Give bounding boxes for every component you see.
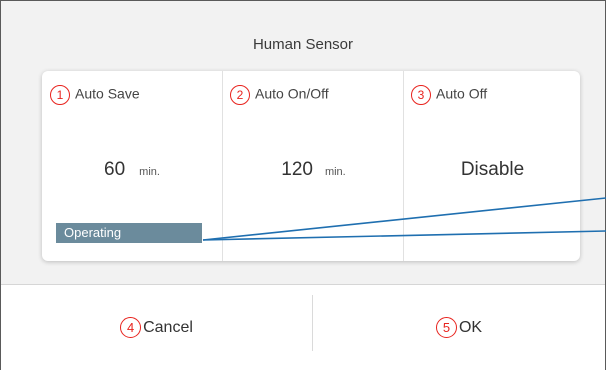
auto-off-label: Auto Off [436,85,488,102]
settings-panel: 1 Auto Save 60 min. Operating 2 Auto On/Off… [42,71,580,261]
auto-off-value: Disable [404,159,581,181]
cancel-button[interactable]: 4 Cancel [1,285,312,370]
ok-button[interactable]: 5 OK [313,285,605,370]
auto-save-unit: min. [139,166,160,178]
button-bar: 4 Cancel 5 OK [1,284,605,370]
auto-off-column[interactable]: 3 Auto Off Disable [403,71,581,261]
marker-1: 1 [50,85,70,105]
marker-3: 3 [411,85,431,105]
marker-2: 2 [230,85,250,105]
auto-save-label: Auto Save [75,85,140,102]
auto-on-off-column[interactable]: 2 Auto On/Off 120 min. [222,71,404,261]
auto-on-off-unit: min. [324,166,346,178]
auto-on-off-minutes: 120 [281,159,313,180]
marker-4: 4 [120,317,142,338]
auto-off-header: 3 Auto Off [411,85,487,105]
marker-5: 5 [435,317,457,338]
dialog-title: Human Sensor [252,36,354,53]
status-badge: Operating [56,223,202,243]
auto-save-minutes: 60 [104,159,126,180]
auto-on-off-header: 2 Auto On/Off [230,85,329,105]
auto-off-setting: Disable [460,159,525,180]
auto-save-header: 1 Auto Save [50,85,140,105]
auto-save-value: 60 min. [42,159,222,181]
auto-save-column[interactable]: 1 Auto Save 60 min. Operating [42,71,222,261]
auto-on-off-label: Auto On/Off [255,85,329,102]
cancel-label: Cancel [143,318,193,336]
auto-on-off-value: 120 min. [223,159,404,181]
ok-label: OK [458,318,483,336]
